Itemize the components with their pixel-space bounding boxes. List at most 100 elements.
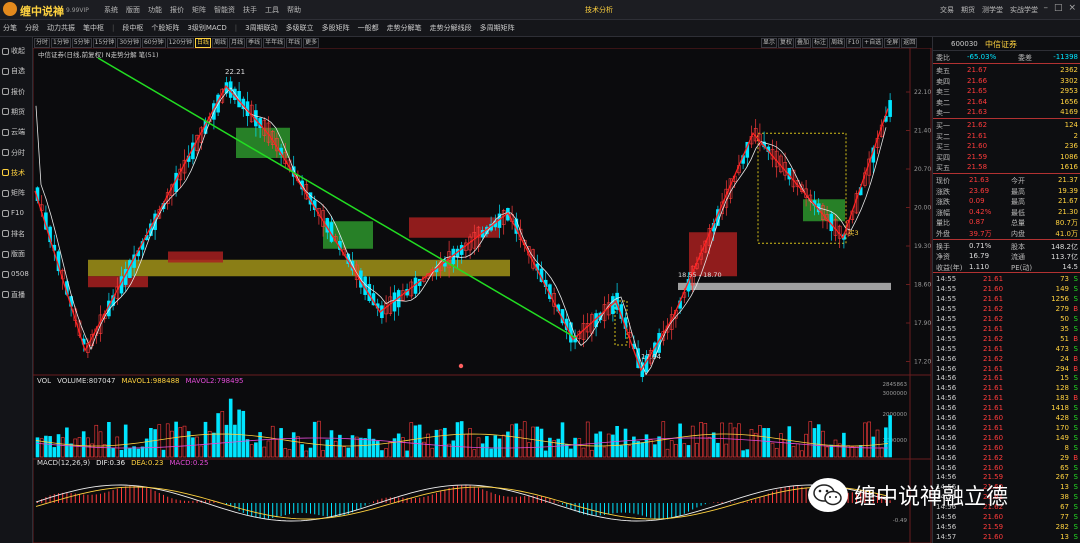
sidebar-item[interactable]: 云端	[2, 125, 32, 139]
nav-item[interactable]: 动力共振	[47, 23, 75, 33]
chart-tool-button[interactable]: 全屏	[884, 38, 901, 48]
nav-item[interactable]: 笔中枢	[83, 23, 104, 33]
volume-bar	[438, 429, 443, 458]
nav-separator: |	[234, 24, 238, 32]
sidebar-item[interactable]: 报价	[2, 85, 32, 99]
period-button[interactable]: 年线	[286, 38, 303, 48]
watchlist-icon	[2, 67, 9, 75]
volume-bar	[228, 398, 233, 458]
nav-item[interactable]: 分段	[25, 23, 39, 33]
tick-volume: 13	[1060, 532, 1069, 541]
volume-bar	[119, 449, 124, 458]
right-menu-item[interactable]: 实战学堂	[1010, 5, 1038, 15]
tick-price: 21.62	[983, 305, 1004, 314]
menu-item[interactable]: 工具	[265, 5, 279, 15]
period-button[interactable]: 30分钟	[117, 38, 141, 48]
nav-item[interactable]: 多周期矩阵	[480, 23, 515, 33]
chart-tool-button[interactable]: 周线	[829, 38, 846, 48]
sidebar-item[interactable]: 直播	[2, 288, 32, 302]
sidebar-item[interactable]: 版面	[2, 247, 32, 261]
chart-tool-button[interactable]: 显示	[761, 38, 778, 48]
chart-tool-button[interactable]: F10	[846, 38, 862, 48]
tick-time: 14:55	[936, 334, 957, 343]
period-button[interactable]: 半年线	[263, 38, 286, 48]
volume-bar	[405, 450, 409, 458]
row-value: 21.67	[967, 66, 988, 74]
tick-volume: 294	[1055, 364, 1069, 373]
nav-item[interactable]: 3周期联动	[245, 23, 277, 33]
period-button[interactable]: 60分钟	[141, 38, 166, 48]
menu-item[interactable]: 功能	[148, 5, 162, 15]
period-button[interactable]: 更多	[303, 38, 320, 48]
stat-row: 收益(年) 1.110 PE(动) 14.5	[933, 262, 1080, 273]
nav-item[interactable]: 个股矩阵	[151, 23, 179, 33]
row-label: 卖四	[936, 77, 950, 86]
section-divider	[933, 63, 1080, 64]
nav-item[interactable]: 多级联立	[286, 23, 314, 33]
stat-row: 外盘 39.7万 内盘 41.0万	[933, 228, 1080, 239]
sidebar-item[interactable]: 矩阵	[2, 186, 32, 200]
volume-bar	[779, 433, 783, 458]
volume-bar	[325, 439, 330, 458]
period-button[interactable]: 120分钟	[166, 38, 195, 48]
menu-item[interactable]: 矩阵	[192, 5, 206, 15]
sidebar-item[interactable]: 自选	[2, 64, 32, 78]
close-icon[interactable]: ×	[1068, 3, 1076, 13]
volume-bar	[44, 435, 48, 458]
period-button[interactable]: 5分钟	[71, 38, 92, 48]
minimize-icon[interactable]: –	[1043, 3, 1048, 13]
nav-item[interactable]: 段中枢	[122, 23, 143, 33]
period-button[interactable]: 日线	[195, 38, 212, 48]
stat-label: 净资	[936, 253, 950, 262]
period-button[interactable]: 周线	[212, 38, 229, 48]
period-button[interactable]: 15分钟	[92, 38, 117, 48]
period-button[interactable]: 季线	[246, 38, 263, 48]
menu-item[interactable]: 扶手	[243, 5, 257, 15]
menu-item[interactable]: 报价	[170, 5, 184, 15]
sidebar-item[interactable]: 分时	[2, 146, 32, 160]
stat-value2: 41.0万	[1055, 230, 1078, 238]
tick-row: 14:57 21.60 13 S	[933, 532, 1080, 542]
sidebar-item[interactable]: 技术	[2, 166, 32, 180]
row-value: 21.65	[967, 87, 988, 96]
sidebar-item[interactable]: 期货	[2, 105, 32, 119]
nav-item[interactable]: 多股矩阵	[322, 23, 350, 33]
tick-time: 14:55	[936, 315, 957, 323]
menu-item[interactable]: 智能资	[214, 5, 235, 15]
volume-bar	[514, 423, 519, 458]
stat-label: 收益(年)	[936, 263, 963, 272]
right-menu-item[interactable]: 交易	[940, 5, 954, 15]
row-value2: 4169	[1060, 108, 1078, 117]
sidebar-item[interactable]: F10	[2, 206, 32, 220]
maximize-icon[interactable]: □	[1054, 3, 1063, 13]
period-button[interactable]: 1分钟	[51, 38, 71, 48]
chart-tool-button[interactable]: 返回	[901, 38, 918, 48]
chart-tool-button[interactable]: 复权	[778, 38, 795, 48]
window-controls: – □ ×	[1043, 3, 1076, 13]
period-button[interactable]: 月线	[229, 38, 246, 48]
nav-item[interactable]: 走势分解线段	[430, 23, 472, 33]
tick-side: S	[1073, 275, 1078, 284]
menu-item[interactable]: 帮助	[287, 5, 301, 15]
kline-chart[interactable]: 22.10 21.40 20.70 20.00 19.30 18.60 17.90 17.20…	[33, 48, 932, 543]
app-version: 9.99VIP	[66, 7, 89, 14]
menu-item[interactable]: 系统	[104, 5, 118, 15]
chart-tool-button[interactable]: 标注	[812, 38, 829, 48]
nav-item[interactable]: 3级别MACD	[187, 23, 226, 33]
chart-tool-button[interactable]: +自选	[862, 38, 884, 48]
menu-item[interactable]: 版面	[126, 5, 140, 15]
volume-bar	[850, 446, 855, 458]
right-menu-item[interactable]: 期货	[961, 5, 975, 15]
nav-item[interactable]: 走势分解笔	[387, 23, 422, 33]
tick-time: 14:55	[936, 305, 957, 314]
sidebar-item[interactable]: 0508	[2, 267, 32, 281]
row-value: 21.63	[967, 108, 988, 117]
period-button[interactable]: 分时	[34, 38, 51, 48]
volume-bar	[140, 446, 145, 458]
nav-item[interactable]: 分笔	[3, 23, 17, 33]
nav-item[interactable]: 一般都	[358, 23, 379, 33]
chart-tool-button[interactable]: 叠加	[795, 38, 812, 48]
right-menu-item[interactable]: 测学堂	[982, 5, 1003, 15]
sidebar-item[interactable]: 排名	[2, 227, 32, 241]
sidebar-item[interactable]: 收起	[2, 44, 32, 58]
